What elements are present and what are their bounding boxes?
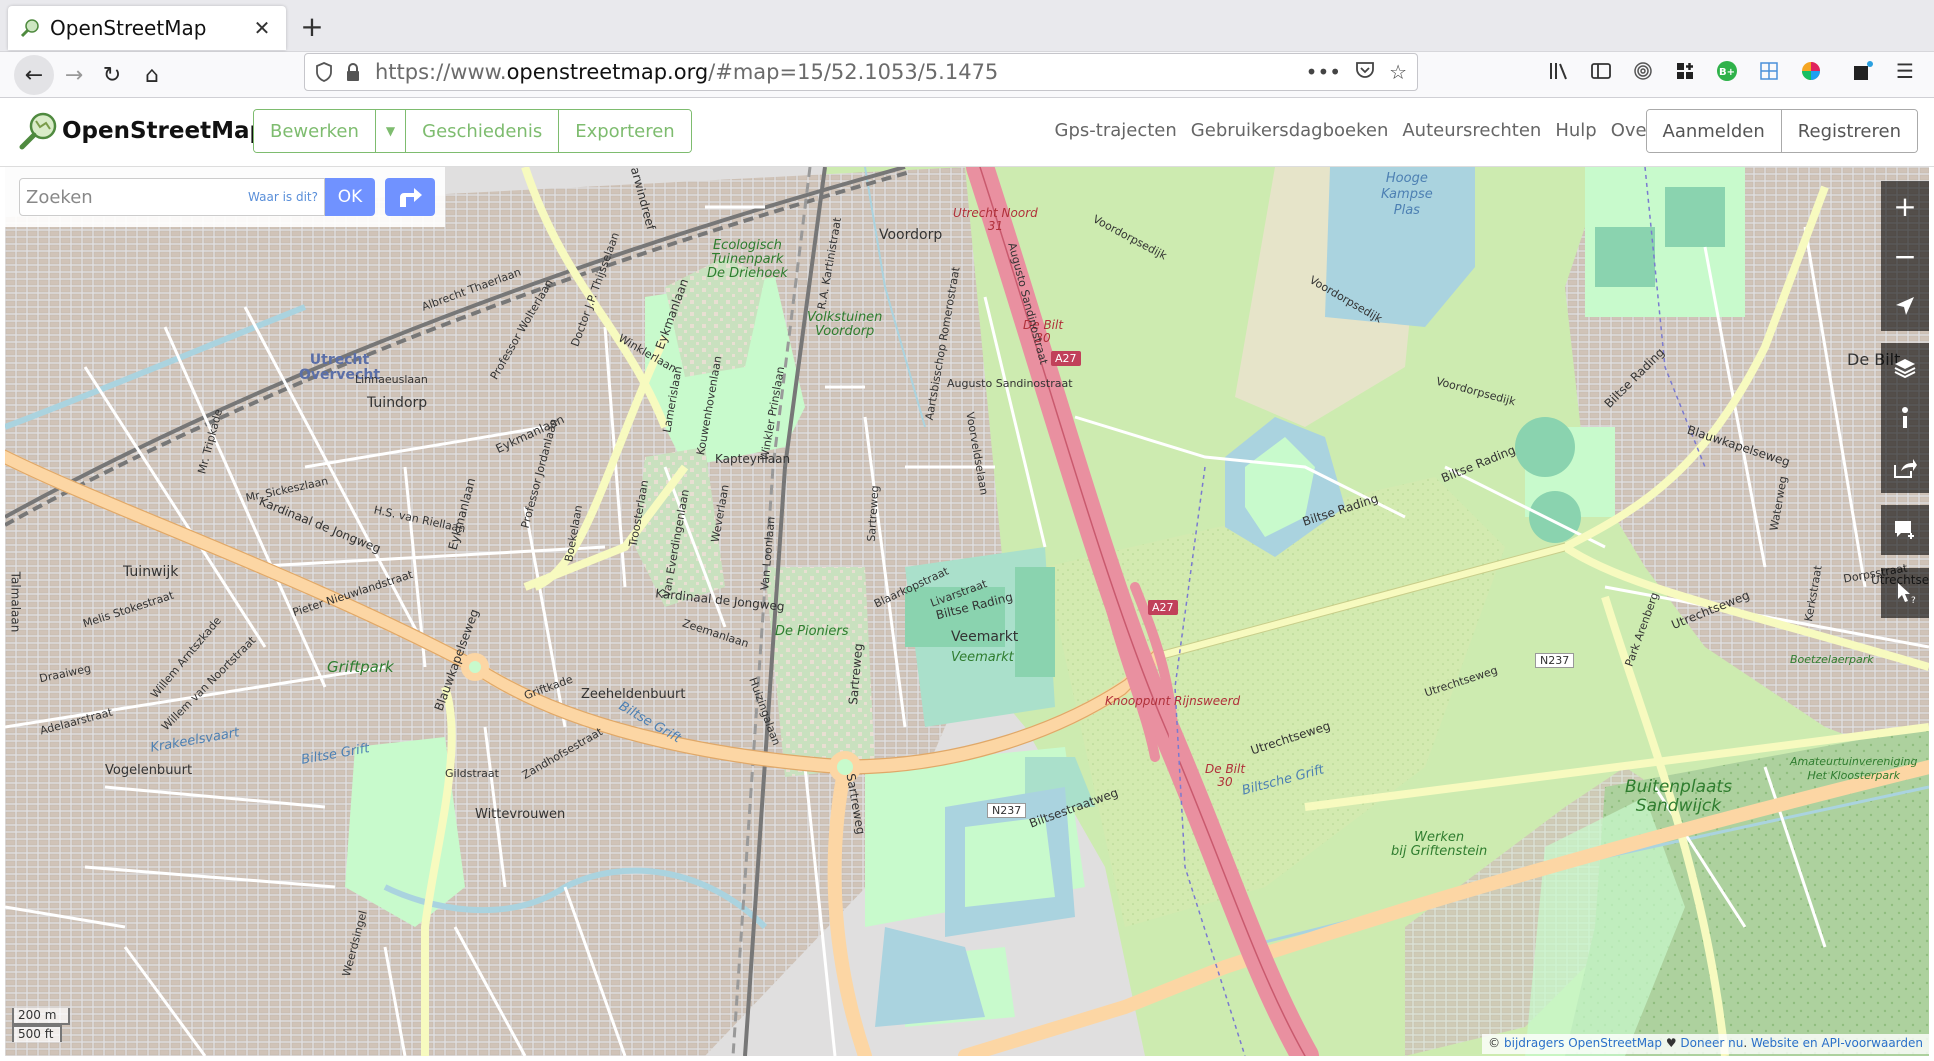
- export-button[interactable]: Exporteren: [559, 110, 691, 152]
- tab-title: OpenStreetMap: [50, 16, 207, 40]
- map-tiles: [5, 167, 1929, 1056]
- tab-close-icon[interactable]: ✕: [250, 16, 274, 40]
- locate-me-icon[interactable]: [1881, 281, 1929, 331]
- secondary-nav: Gps-trajecten Gebruikersdagboeken Auteur…: [1055, 120, 1654, 141]
- login-button[interactable]: Aanmelden: [1646, 110, 1782, 152]
- map-canvas[interactable]: Utrecht Overvecht Tuindorp Tuinwijk Voord…: [5, 167, 1929, 1056]
- nav-link-gps-traces[interactable]: Gps-trajecten: [1055, 120, 1177, 141]
- page-actions-icon[interactable]: •••: [1306, 60, 1341, 84]
- search-panel: Zoeken Waar is dit? OK: [5, 167, 445, 227]
- map-scale: 200 m 500 ft: [12, 1008, 70, 1042]
- edit-button[interactable]: Bewerken: [254, 110, 376, 152]
- browser-extensions: B+ ☰: [1546, 58, 1918, 84]
- map-side-controls: [1881, 343, 1929, 493]
- url-text: https://www.openstreetmap.org/#map=15/52…: [375, 60, 999, 84]
- bookmark-star-icon[interactable]: ☆: [1389, 60, 1407, 84]
- query-features-icon[interactable]: ?: [1881, 568, 1929, 618]
- browser-tab[interactable]: OpenStreetMap ✕: [8, 6, 286, 50]
- nav-link-diaries[interactable]: Gebruikersdagboeken: [1191, 120, 1389, 141]
- directions-icon: [400, 188, 422, 207]
- layers-icon[interactable]: [1881, 343, 1929, 393]
- osm-header: OpenStreetMap Bewerken ▼ Geschiedenis Ex…: [0, 99, 1934, 167]
- extension-grid-icon[interactable]: [1672, 58, 1698, 84]
- svg-text:?: ?: [1911, 596, 1916, 605]
- new-tab-icon[interactable]: +: [296, 10, 328, 43]
- donate-link[interactable]: Doneer nu: [1680, 1036, 1743, 1050]
- map-key-icon[interactable]: [1881, 393, 1929, 443]
- auth-buttons: Aanmelden Registreren: [1645, 109, 1918, 153]
- edit-dropdown-caret-icon[interactable]: ▼: [375, 110, 407, 152]
- home-icon[interactable]: ⌂: [136, 59, 168, 91]
- extensions-puzzle-icon[interactable]: [1850, 58, 1876, 84]
- zoom-controls: + −: [1881, 181, 1929, 331]
- osm-brand-title[interactable]: OpenStreetMap: [62, 118, 266, 144]
- nav-link-copyright[interactable]: Auteursrechten: [1402, 120, 1541, 141]
- scale-imperial: 500 ft: [12, 1025, 62, 1042]
- map-attribution: © bijdragers OpenStreetMap ♥ Doneer nu. …: [1482, 1034, 1929, 1054]
- fingerprint-icon[interactable]: [1630, 58, 1656, 84]
- history-button[interactable]: Geschiedenis: [406, 110, 560, 152]
- search-placeholder: Zoeken: [26, 186, 93, 208]
- scale-metric: 200 m: [12, 1008, 70, 1025]
- svg-text:B+: B+: [1719, 67, 1735, 78]
- back-icon[interactable]: ←: [14, 55, 54, 95]
- terms-link[interactable]: Website en API-voorwaarden: [1751, 1036, 1923, 1050]
- sidebar-icon[interactable]: [1588, 58, 1614, 84]
- search-input[interactable]: Zoeken Waar is dit?: [19, 178, 325, 216]
- zoom-out-icon[interactable]: −: [1881, 231, 1929, 281]
- edit-history-export-group: Bewerken ▼ Geschiedenis Exporteren: [253, 109, 692, 153]
- osm-logo-icon[interactable]: [18, 111, 58, 151]
- lock-icon[interactable]: [345, 61, 367, 83]
- address-bar[interactable]: https://www.openstreetmap.org/#map=15/52…: [304, 53, 1418, 91]
- query-controls: ?: [1881, 568, 1929, 618]
- tracking-shield-icon[interactable]: [315, 61, 337, 83]
- containers-grid-icon[interactable]: [1756, 58, 1782, 84]
- browser-tab-strip: OpenStreetMap ✕ +: [0, 0, 1934, 52]
- hamburger-menu-icon[interactable]: ☰: [1892, 58, 1918, 84]
- nav-link-help[interactable]: Hulp: [1555, 120, 1596, 141]
- forward-icon[interactable]: →: [58, 59, 90, 91]
- note-controls: [1881, 505, 1929, 555]
- library-icon[interactable]: [1546, 58, 1572, 84]
- where-is-this-link[interactable]: Waar is dit?: [248, 190, 318, 204]
- signup-button[interactable]: Registreren: [1781, 110, 1917, 152]
- color-wheel-icon[interactable]: [1798, 58, 1824, 84]
- green-extension-icon[interactable]: B+: [1714, 58, 1740, 84]
- directions-button[interactable]: [385, 178, 435, 216]
- osm-contributors-link[interactable]: bijdragers OpenStreetMap: [1504, 1036, 1662, 1050]
- zoom-in-icon[interactable]: +: [1881, 181, 1929, 231]
- pocket-icon[interactable]: [1355, 60, 1375, 84]
- search-ok-button[interactable]: OK: [325, 178, 375, 216]
- add-note-icon[interactable]: [1881, 505, 1929, 555]
- osm-favicon-icon: [20, 19, 39, 38]
- reload-icon[interactable]: ↻: [96, 59, 128, 91]
- share-icon[interactable]: [1881, 443, 1929, 493]
